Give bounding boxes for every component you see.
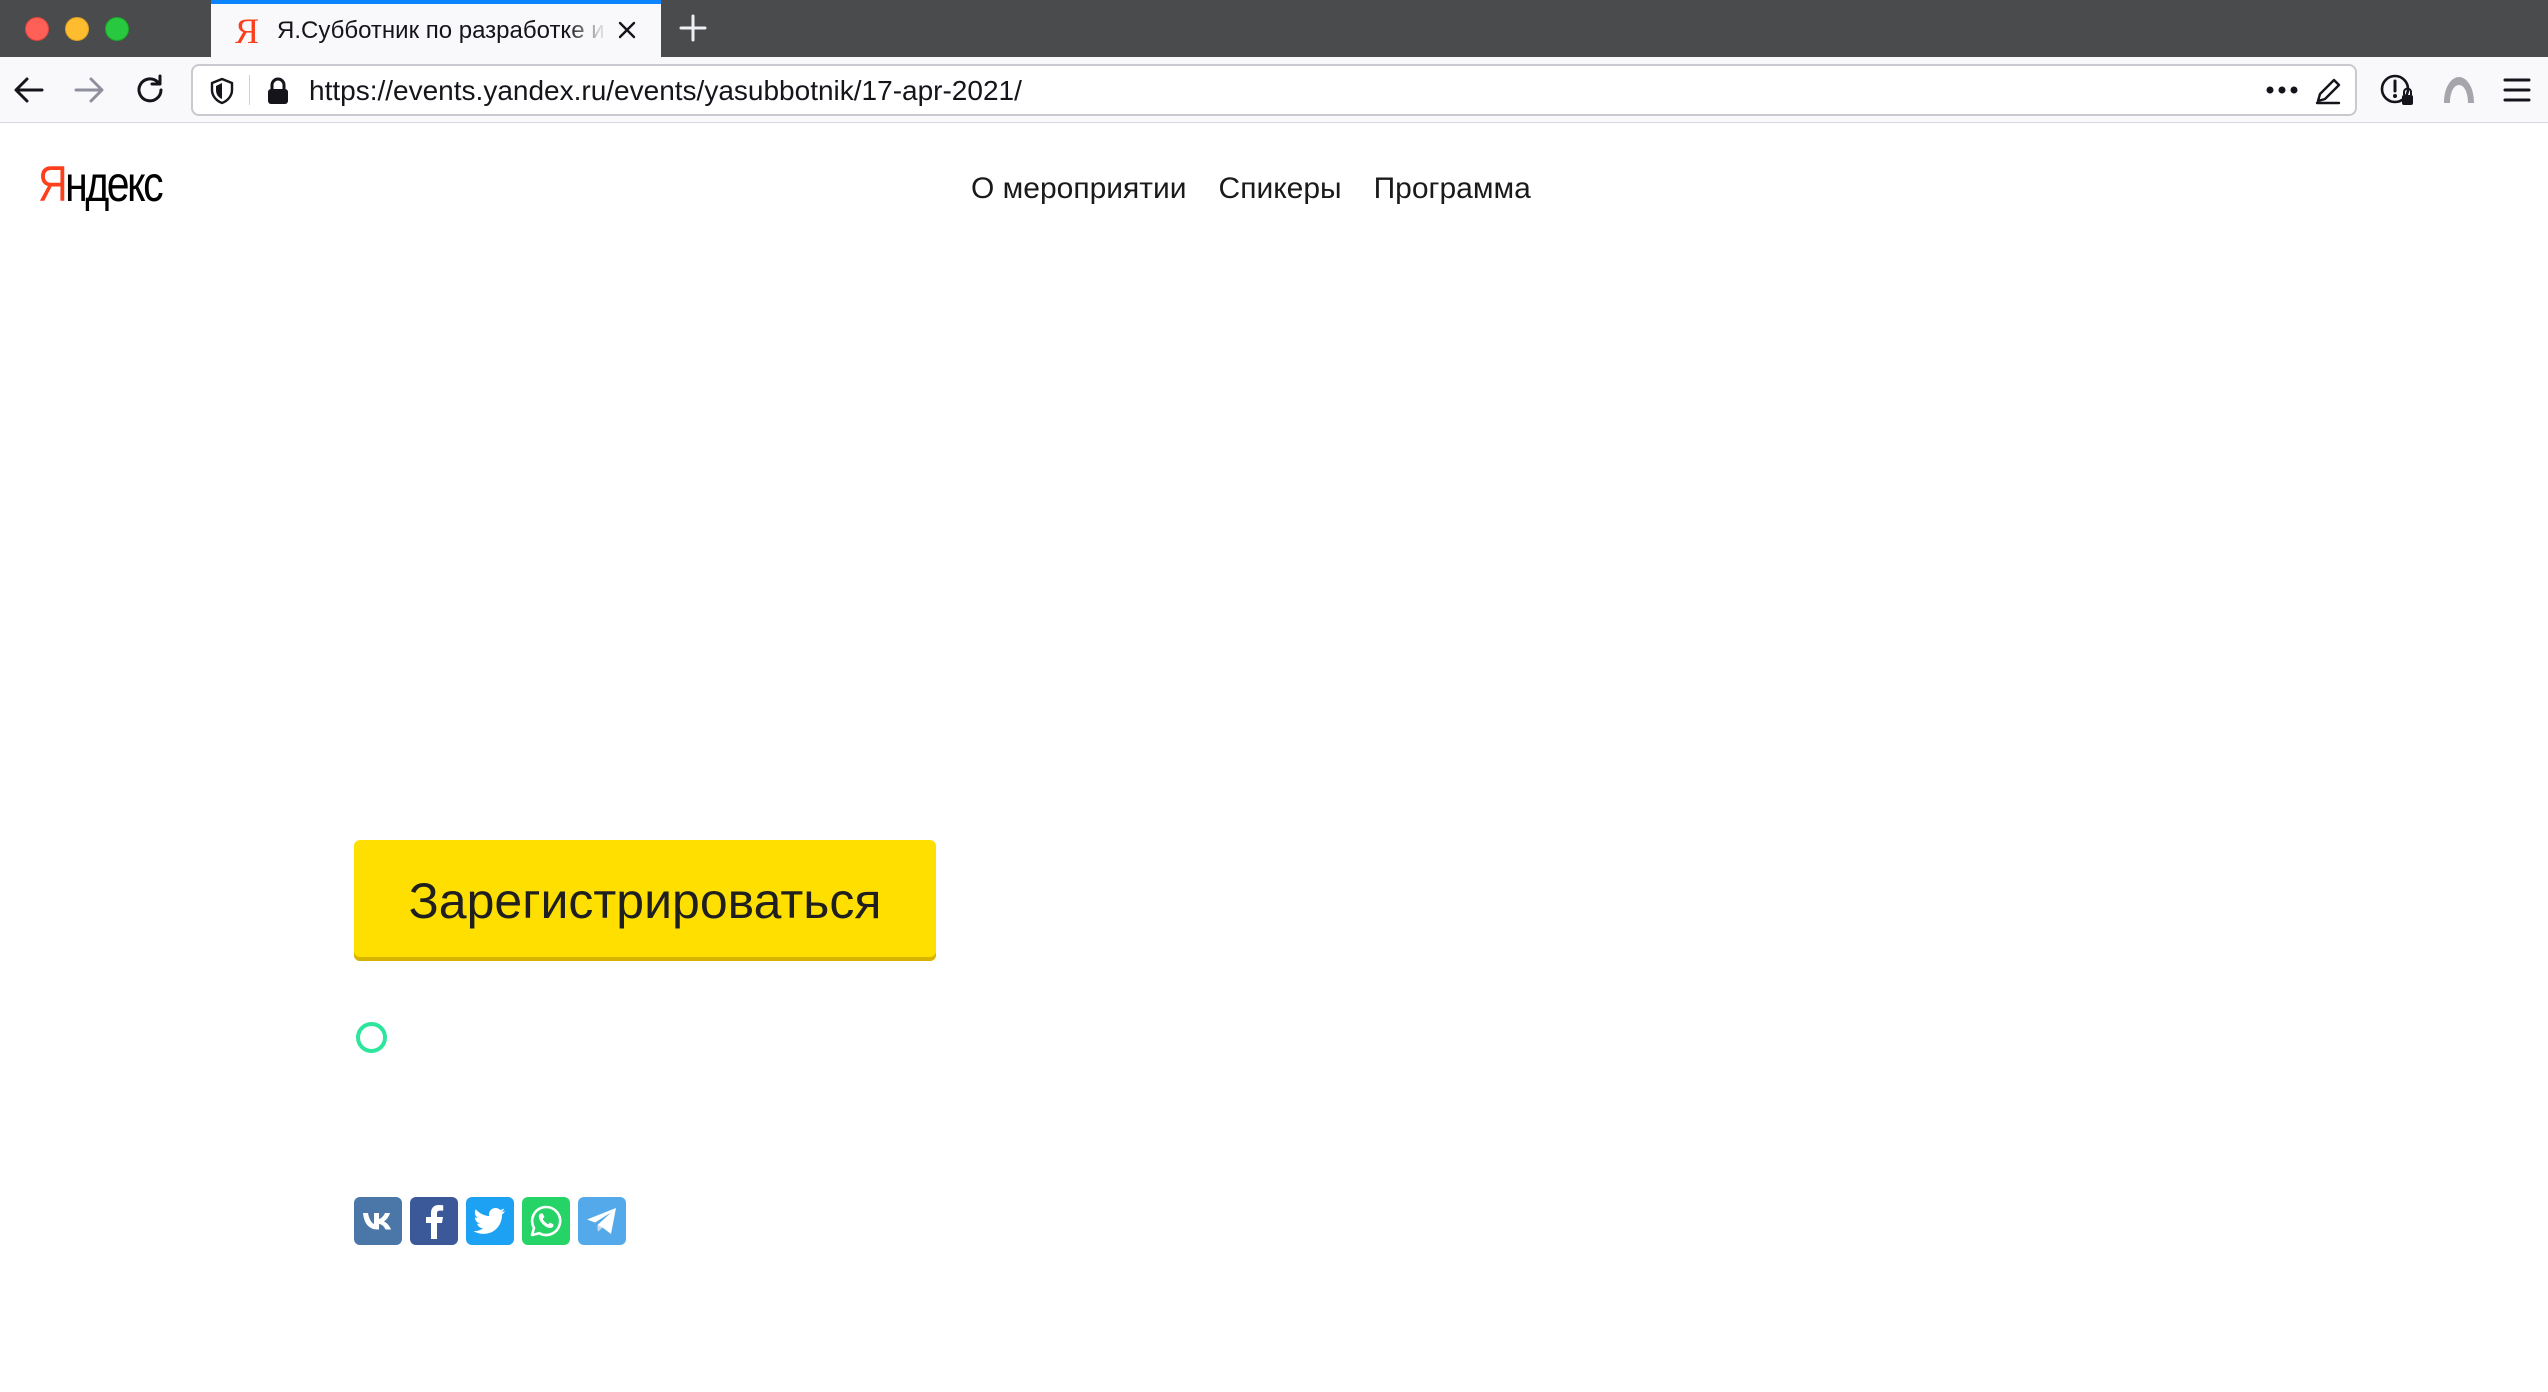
page-actions-ellipsis-icon[interactable] — [2265, 79, 2299, 106]
whatsapp-icon[interactable] — [522, 1197, 570, 1245]
tracking-shield-icon[interactable] — [209, 77, 235, 110]
twitter-icon[interactable] — [466, 1197, 514, 1245]
facebook-icon[interactable] — [410, 1197, 458, 1245]
url-text: https://events.yandex.ru/events/yasubbot… — [309, 75, 1022, 106]
forward-arrow-icon[interactable] — [70, 71, 108, 109]
close-window-button[interactable] — [25, 17, 49, 41]
browser-tab[interactable]: Я Я.Субботник по разработке интерфейсов — [211, 0, 661, 57]
tab-title: Я.Субботник по разработке интерфейсов — [277, 16, 607, 44]
new-tab-plus-icon[interactable] — [676, 11, 710, 45]
address-bar[interactable]: https://events.yandex.ru/events/yasubbot… — [191, 64, 2357, 116]
minimize-window-button[interactable] — [65, 17, 89, 41]
share-buttons — [354, 1197, 626, 1245]
yandex-logo[interactable]: Яндекс — [38, 156, 164, 212]
address-divider — [249, 75, 250, 105]
status-indicator-ring — [356, 1022, 387, 1053]
nav-link-program[interactable]: Программа — [1374, 172, 1531, 206]
pencil-icon[interactable] — [2313, 76, 2343, 111]
main-nav: О мероприятии Спикеры Программа — [971, 172, 1531, 206]
back-arrow-icon[interactable] — [10, 71, 48, 109]
logo-first-letter: Я — [38, 156, 68, 212]
account-lock-icon[interactable] — [2378, 71, 2416, 109]
nav-link-speakers[interactable]: Спикеры — [1219, 172, 1342, 206]
browser-toolbar: https://events.yandex.ru/events/yasubbot… — [0, 57, 2548, 123]
register-button[interactable]: Зарегистрироваться — [354, 840, 936, 961]
nav-link-about[interactable]: О мероприятии — [971, 172, 1187, 206]
yandex-favicon-icon: Я — [235, 10, 260, 51]
logo-rest: ндекс — [65, 156, 163, 212]
lock-icon[interactable] — [265, 76, 291, 111]
reload-icon[interactable] — [131, 71, 169, 109]
zoom-window-button[interactable] — [105, 17, 129, 41]
vpn-extension-icon[interactable] — [2440, 71, 2478, 109]
page-content: Яндекс О мероприятии Спикеры Программа З… — [0, 124, 2548, 1392]
browser-tab-bar: Я Я.Субботник по разработке интерфейсов — [0, 0, 2548, 57]
vk-icon[interactable] — [354, 1197, 402, 1245]
tab-close-icon[interactable] — [613, 16, 641, 44]
telegram-icon[interactable] — [578, 1197, 626, 1245]
hamburger-menu-icon[interactable] — [2498, 71, 2536, 109]
